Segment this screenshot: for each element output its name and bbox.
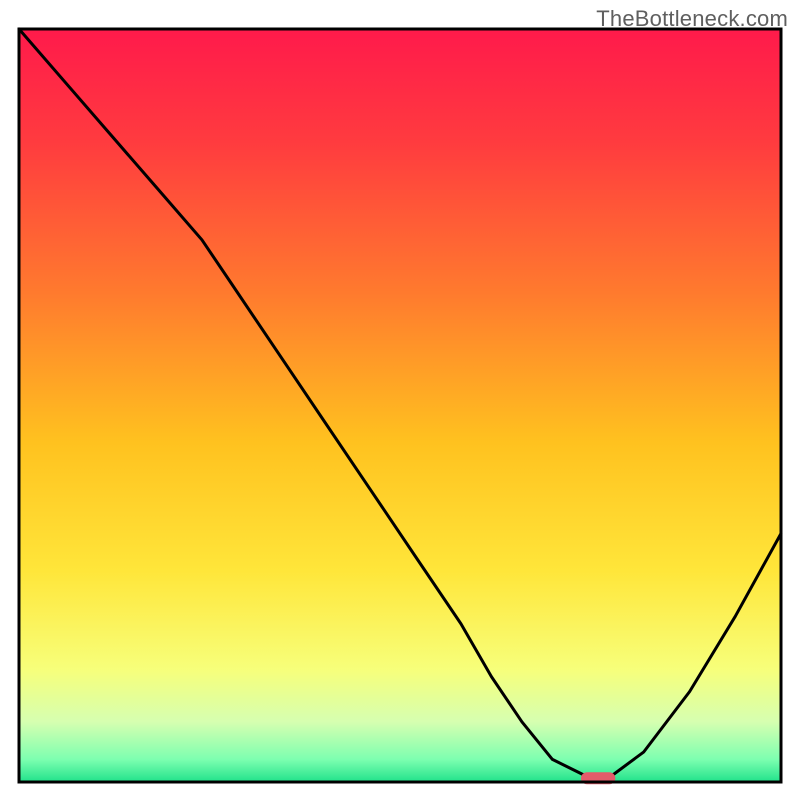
chart-container: TheBottleneck.com [0, 0, 800, 800]
plot-area [19, 29, 781, 784]
bottleneck-chart [0, 0, 800, 800]
gradient-background [19, 29, 781, 782]
